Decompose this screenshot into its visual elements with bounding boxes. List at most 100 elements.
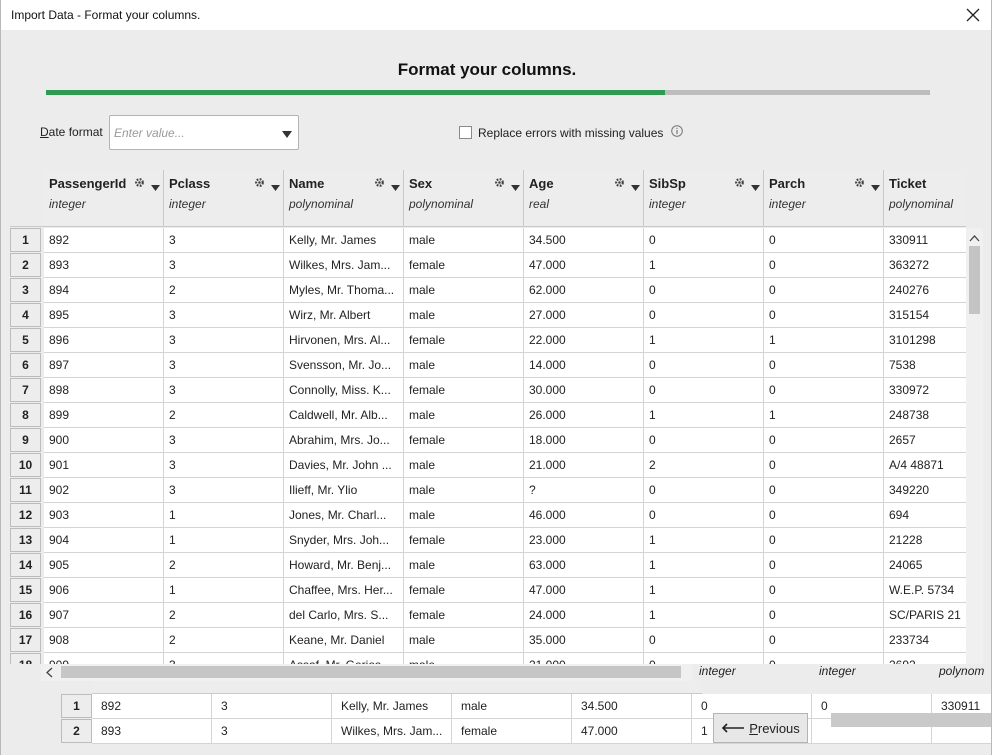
- table-cell[interactable]: 21.000: [524, 653, 644, 664]
- table-cell[interactable]: Abrahim, Mrs. Jo...: [284, 428, 404, 453]
- row-number[interactable]: 15: [10, 578, 41, 602]
- table-cell[interactable]: 0: [764, 503, 884, 528]
- info-icon[interactable]: [671, 125, 684, 140]
- table-cell[interactable]: 3: [164, 653, 284, 664]
- table-cell[interactable]: 2: [164, 278, 284, 303]
- table-cell[interactable]: 34.500: [524, 228, 644, 253]
- row-number[interactable]: 8: [10, 403, 41, 427]
- table-cell[interactable]: 47.000: [524, 253, 644, 278]
- table-cell[interactable]: female: [404, 578, 524, 603]
- row-number[interactable]: 2: [10, 253, 41, 277]
- table-cell[interactable]: Ilieff, Mr. Ylio: [284, 478, 404, 503]
- table-cell[interactable]: 0: [764, 428, 884, 453]
- gear-icon[interactable]: [614, 177, 625, 191]
- table-cell[interactable]: 26.000: [524, 403, 644, 428]
- table-cell[interactable]: 24.000: [524, 603, 644, 628]
- column-header-sibsp[interactable]: SibSp integer: [644, 170, 764, 227]
- table-cell[interactable]: 1: [164, 528, 284, 553]
- table-cell[interactable]: 0: [644, 628, 764, 653]
- table-cell[interactable]: 893: [44, 253, 164, 278]
- table-cell[interactable]: 0: [764, 553, 884, 578]
- chevron-down-icon[interactable]: [631, 180, 640, 194]
- table-cell[interactable]: 906: [44, 578, 164, 603]
- chevron-down-icon[interactable]: [151, 180, 160, 194]
- table-cell[interactable]: 0: [644, 428, 764, 453]
- table-cell[interactable]: 694: [884, 503, 966, 528]
- column-header-age[interactable]: Age real: [524, 170, 644, 227]
- close-icon[interactable]: [953, 0, 991, 30]
- table-row[interactable]: 14 905 2 Howard, Mr. Benj... male 63.000 1 0 240…: [10, 553, 966, 578]
- table-cell[interactable]: 902: [44, 478, 164, 503]
- table-cell[interactable]: 1: [164, 578, 284, 603]
- column-header-sex[interactable]: Sex polynominal: [404, 170, 524, 227]
- table-row[interactable]: 4 895 3 Wirz, Mr. Albert male 27.000 0 0 315154: [10, 303, 966, 328]
- table-cell[interactable]: 0: [764, 253, 884, 278]
- chevron-down-icon[interactable]: [871, 180, 880, 194]
- table-cell[interactable]: 363272: [884, 253, 966, 278]
- table-cell[interactable]: male: [404, 553, 524, 578]
- table-cell[interactable]: Keane, Mr. Daniel: [284, 628, 404, 653]
- table-cell[interactable]: 330972: [884, 378, 966, 403]
- table-cell[interactable]: female: [404, 528, 524, 553]
- table-cell[interactable]: 3: [164, 453, 284, 478]
- table-cell[interactable]: 0: [644, 303, 764, 328]
- date-format-combobox[interactable]: [109, 115, 299, 150]
- column-header-name[interactable]: Name polynominal: [284, 170, 404, 227]
- gear-icon[interactable]: [134, 177, 145, 191]
- table-cell[interactable]: 0: [644, 653, 764, 664]
- table-cell[interactable]: Hirvonen, Mrs. Al...: [284, 328, 404, 353]
- table-cell[interactable]: 0: [644, 228, 764, 253]
- chevron-down-icon[interactable]: [511, 180, 520, 194]
- table-cell[interactable]: 3: [164, 328, 284, 353]
- table-cell[interactable]: 14.000: [524, 353, 644, 378]
- table-cell[interactable]: 3: [164, 428, 284, 453]
- chevron-down-icon[interactable]: [751, 180, 760, 194]
- table-cell[interactable]: male: [404, 403, 524, 428]
- row-number[interactable]: 4: [10, 303, 41, 327]
- table-cell[interactable]: 1: [764, 403, 884, 428]
- table-cell[interactable]: 27.000: [524, 303, 644, 328]
- table-cell[interactable]: Wirz, Mr. Albert: [284, 303, 404, 328]
- table-row[interactable]: 1 892 3 Kelly, Mr. James male 34.500 0 0 330911: [10, 228, 966, 253]
- gear-icon[interactable]: [254, 177, 265, 191]
- table-cell[interactable]: male: [404, 653, 524, 664]
- table-cell[interactable]: male: [404, 353, 524, 378]
- table-cell[interactable]: 3: [164, 253, 284, 278]
- table-cell[interactable]: 1: [164, 503, 284, 528]
- date-format-input[interactable]: [114, 124, 274, 142]
- row-number[interactable]: 7: [10, 378, 41, 402]
- vertical-scrollbar[interactable]: [966, 228, 983, 664]
- table-cell[interactable]: 0: [764, 453, 884, 478]
- table-cell[interactable]: 898: [44, 378, 164, 403]
- table-row[interactable]: 8 899 2 Caldwell, Mr. Alb... male 26.000 1 1 248…: [10, 403, 966, 428]
- table-cell[interactable]: 899: [44, 403, 164, 428]
- row-number[interactable]: 3: [10, 278, 41, 302]
- table-cell[interactable]: male: [404, 303, 524, 328]
- table-cell[interactable]: 1: [644, 253, 764, 278]
- table-cell[interactable]: 2657: [884, 428, 966, 453]
- table-row[interactable]: 12 903 1 Jones, Mr. Charl... male 46.000 0 0 694: [10, 503, 966, 528]
- table-cell[interactable]: male: [404, 228, 524, 253]
- table-cell[interactable]: Svensson, Mr. Jo...: [284, 353, 404, 378]
- table-cell[interactable]: 901: [44, 453, 164, 478]
- table-cell[interactable]: male: [404, 503, 524, 528]
- table-row[interactable]: 9 900 3 Abrahim, Mrs. Jo... female 18.000 0 0 26…: [10, 428, 966, 453]
- table-cell[interactable]: Howard, Mr. Benj...: [284, 553, 404, 578]
- table-cell[interactable]: Connolly, Miss. K...: [284, 378, 404, 403]
- table-cell[interactable]: 0: [644, 378, 764, 403]
- table-cell[interactable]: 330911: [884, 228, 966, 253]
- table-cell[interactable]: 2: [164, 553, 284, 578]
- table-cell[interactable]: male: [404, 278, 524, 303]
- previous-button[interactable]: Previous: [713, 713, 808, 743]
- table-cell[interactable]: 897: [44, 353, 164, 378]
- table-cell[interactable]: 3: [164, 478, 284, 503]
- column-header-pclass[interactable]: Pclass integer: [164, 170, 284, 227]
- table-cell[interactable]: 0: [644, 478, 764, 503]
- table-cell[interactable]: Kelly, Mr. James: [284, 228, 404, 253]
- table-cell[interactable]: 2: [164, 603, 284, 628]
- table-cell[interactable]: 315154: [884, 303, 966, 328]
- gear-icon[interactable]: [374, 177, 385, 191]
- row-number[interactable]: 9: [10, 428, 41, 452]
- table-cell[interactable]: male: [404, 628, 524, 653]
- row-number[interactable]: 1: [10, 228, 41, 252]
